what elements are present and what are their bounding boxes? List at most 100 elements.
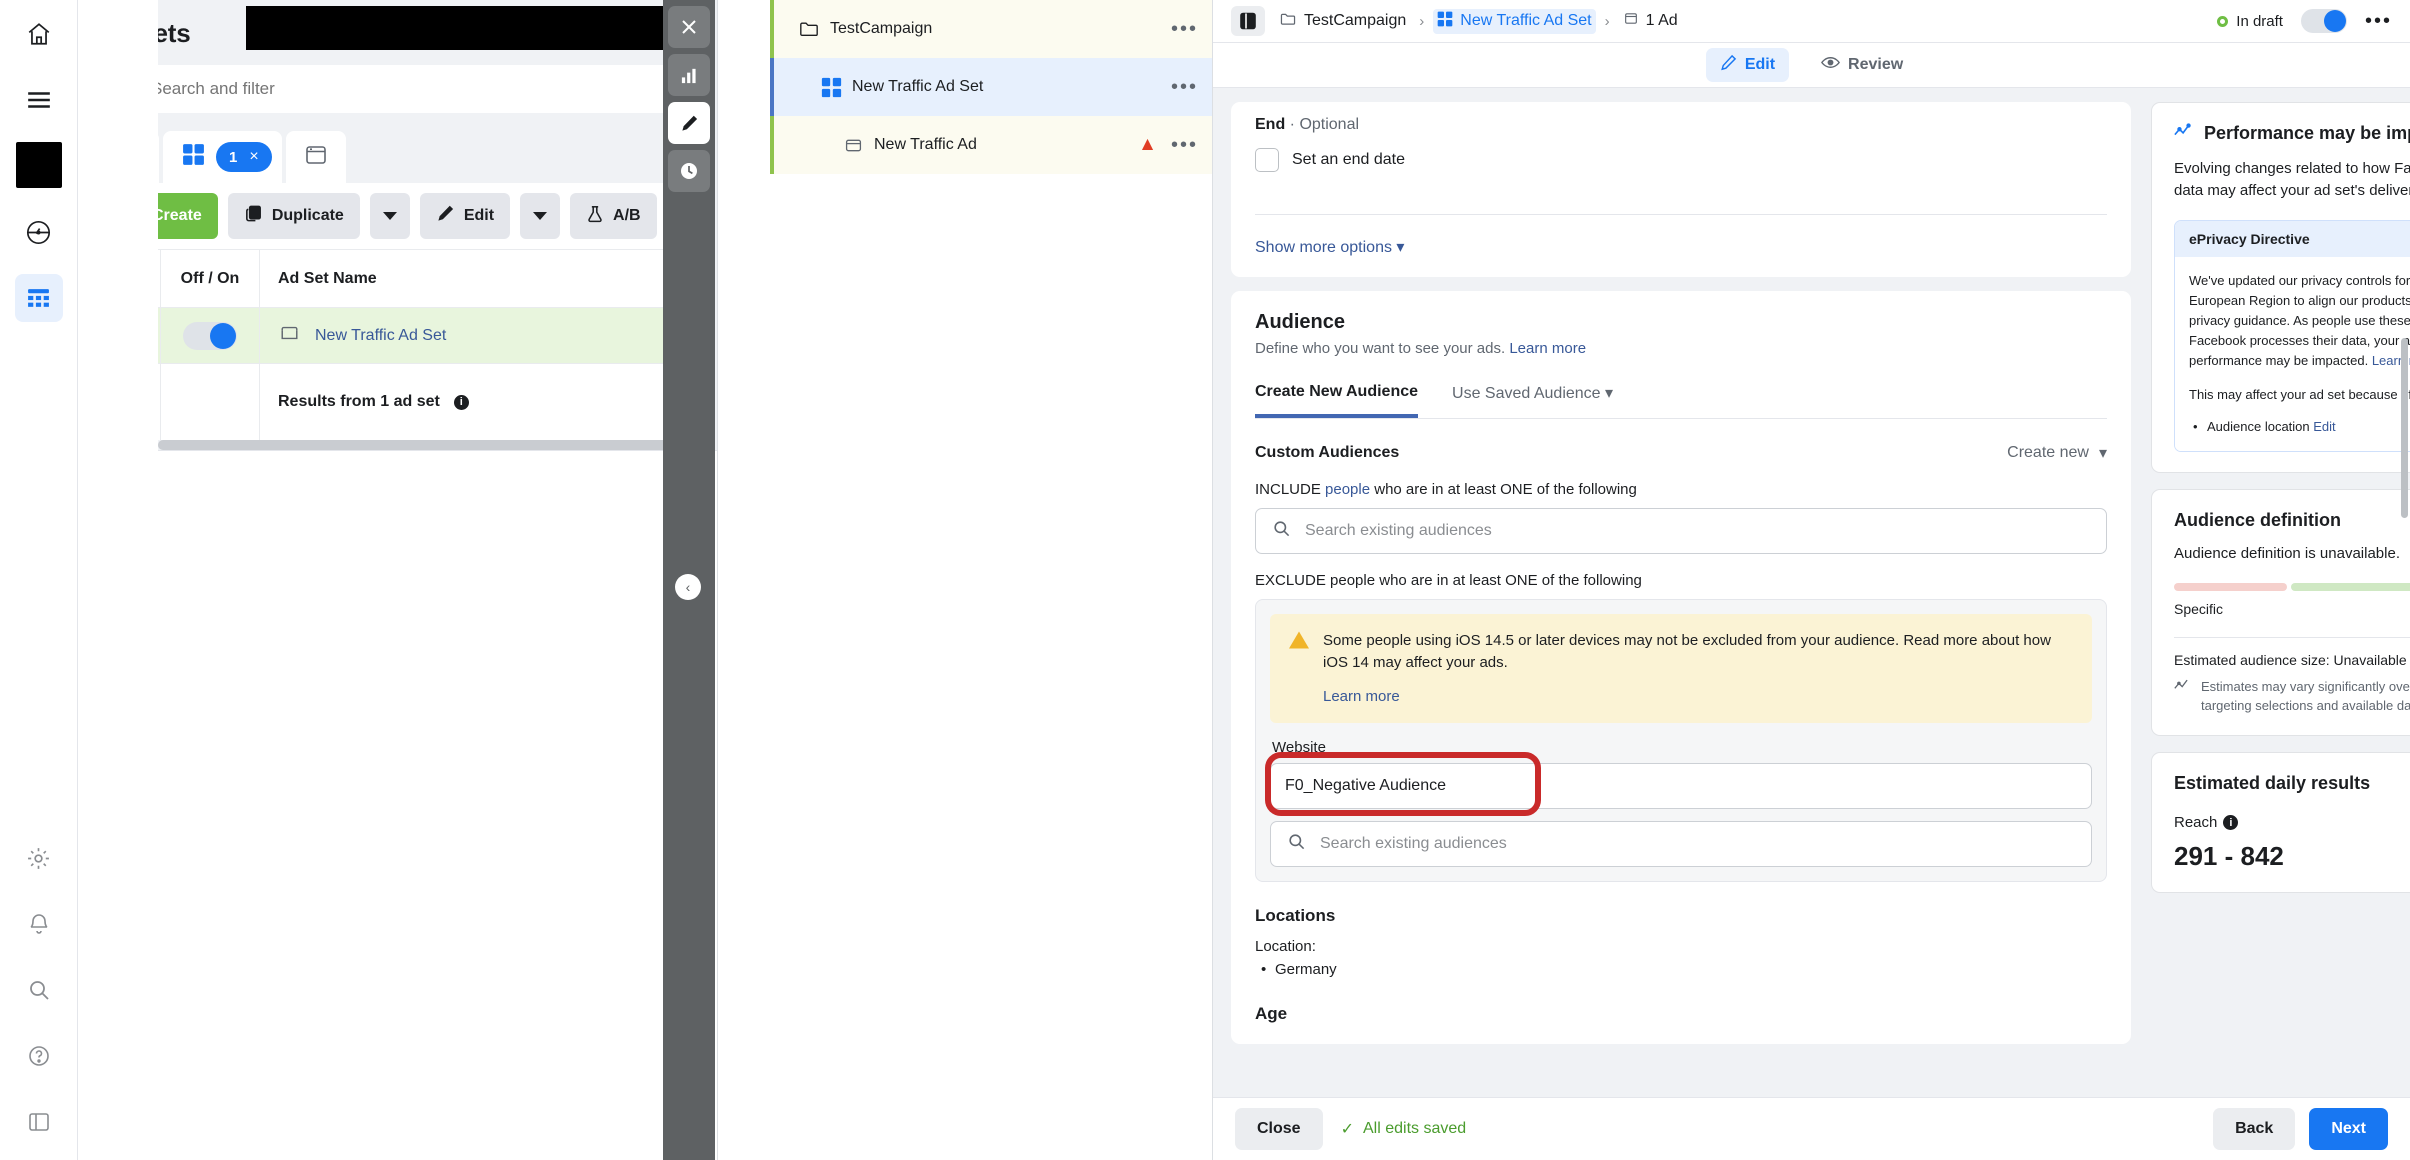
warning-icon[interactable]: ▲	[1138, 134, 1157, 156]
tree-item-campaign[interactable]: TestCampaign •••	[770, 0, 1212, 58]
menu-icon[interactable]	[15, 76, 63, 124]
tree-menu-button[interactable]: •••	[1171, 19, 1198, 39]
tree-menu-button[interactable]: •••	[1171, 77, 1198, 97]
tab-create-new-audience[interactable]: Create New Audience	[1255, 383, 1419, 418]
duplicate-button[interactable]: Duplicate	[227, 193, 360, 239]
ab-test-button[interactable]: A/B	[570, 193, 657, 239]
save-status-label: All edits saved	[1362, 1120, 1467, 1137]
search-icon	[1287, 832, 1306, 856]
create-label: Create	[152, 207, 202, 224]
reach-label-row: Reach i	[2174, 814, 2410, 831]
gear-icon[interactable]	[15, 834, 63, 882]
tab-label: Edit	[1744, 56, 1776, 73]
breadcrumb-ads[interactable]: 1 Ad	[1619, 9, 1682, 33]
info-icon[interactable]: i	[2223, 815, 2239, 831]
create-new-dropdown[interactable]: Create new ▾	[2007, 443, 2107, 463]
table-row[interactable]: ✓ New Traffic Ad Set	[98, 308, 697, 364]
info-icon[interactable]: i	[453, 394, 469, 410]
help-icon[interactable]	[15, 1032, 63, 1080]
edit-button[interactable]: Edit	[419, 193, 511, 239]
eprivacy-accordion-header[interactable]: ePrivacy Directive	[2175, 220, 2410, 257]
duplicate-icon	[244, 204, 263, 228]
pencil-icon	[1720, 54, 1737, 76]
duplicate-dropdown[interactable]	[369, 193, 410, 239]
ios-warning-learn-more[interactable]: Learn more	[1323, 686, 2074, 708]
more-menu-button[interactable]: •••	[2365, 10, 2392, 33]
include-audience-search[interactable]: Search existing audiences	[1255, 508, 2107, 554]
home-icon[interactable]	[15, 10, 63, 58]
show-more-options-link[interactable]: Show more options ▾	[1255, 237, 2107, 257]
locations-title: Locations	[1255, 906, 1336, 926]
adsets-list-panel: Ad sets 1 ×	[78, 0, 718, 1160]
selected-audience-value: F0_Negative Audience	[1285, 777, 1446, 795]
flask-icon	[586, 205, 604, 228]
search-input[interactable]	[151, 79, 680, 99]
gauge-icon[interactable]	[15, 208, 63, 256]
include-people-link[interactable]: people	[1325, 481, 1370, 498]
adset-name-link[interactable]: New Traffic Ad Set	[315, 327, 446, 345]
app-root: Ad sets 1 ×	[0, 0, 2410, 1160]
custom-audiences-header: Custom Audiences Create new ▾	[1255, 443, 2107, 463]
breadcrumb-campaign[interactable]: TestCampaign	[1275, 9, 1410, 34]
selected-audience-field[interactable]: F0_Negative Audience	[1265, 752, 2092, 817]
trend-icon	[2174, 678, 2192, 716]
close-button[interactable]: Close	[1235, 1108, 1323, 1150]
edit-dropdown[interactable]	[520, 193, 561, 239]
next-button[interactable]: Next	[2309, 1108, 2388, 1150]
table-icon[interactable]	[14, 274, 63, 322]
tree-item-ad[interactable]: New Traffic Ad ▲ •••	[770, 116, 1212, 174]
bell-icon[interactable]	[15, 900, 63, 948]
exclude-audience-search[interactable]: Search existing audiences	[1270, 821, 2092, 868]
learn-more-link[interactable]: Learn more	[1509, 340, 1586, 357]
back-button[interactable]: Back	[2213, 1108, 2296, 1150]
tab-use-saved-audience[interactable]: Use Saved Audience ▾	[1452, 383, 1613, 418]
close-icon[interactable]	[668, 6, 710, 48]
adset-enable-toggle[interactable]	[2300, 9, 2347, 33]
tab-ads[interactable]	[285, 131, 346, 183]
eprivacy-accordion: ePrivacy Directive We've updated our pri…	[2174, 219, 2410, 453]
audience-location-edit-link[interactable]: Edit	[2313, 419, 2335, 434]
search-icon[interactable]	[15, 966, 63, 1014]
pencil-icon[interactable]	[668, 102, 710, 144]
meter-segment-specific	[2174, 583, 2287, 592]
editor-scrollbar[interactable]	[2401, 338, 2408, 518]
onoff-toggle[interactable]	[183, 321, 237, 350]
table-empty-area	[158, 450, 717, 1160]
editor-info-column: Performance may be impacted Evolving cha…	[2151, 102, 2410, 1097]
ad-icon	[304, 143, 328, 172]
tab-review[interactable]: Review	[1807, 49, 1917, 81]
footer-results-cell: Results from 1 ad set i	[260, 393, 697, 411]
chart-icon[interactable]	[668, 54, 710, 96]
tree-menu-button[interactable]: •••	[1171, 135, 1198, 155]
adsets-count: 1	[229, 148, 238, 166]
chevron-down-icon: ▾	[1396, 239, 1405, 256]
collapse-panel-button[interactable]: ‹	[675, 574, 701, 600]
folder-icon	[788, 19, 830, 39]
clock-icon[interactable]	[668, 150, 710, 192]
tab-edit[interactable]: Edit	[1705, 48, 1790, 82]
toggle-side-panel-button[interactable]	[1231, 6, 1265, 36]
checkbox-unchecked-icon[interactable]	[1255, 148, 1279, 172]
tree-item-adset[interactable]: New Traffic Ad Set •••	[770, 58, 1212, 116]
horizontal-scrollbar[interactable]	[158, 440, 697, 450]
eprivacy-bullet: Audience location Edit	[2189, 417, 2410, 437]
editor-footer: Close ✓ All edits saved Back Next	[1213, 1097, 2410, 1160]
ios-warning-banner: Some people using iOS 14.5 or later devi…	[1270, 614, 2092, 724]
close-icon[interactable]: ×	[249, 148, 258, 166]
daily-results-title: Estimated daily results	[2174, 773, 2371, 794]
duplicate-label: Duplicate	[271, 207, 344, 224]
custom-audiences-label: Custom Audiences	[1255, 444, 1400, 461]
status-dot-icon	[2217, 15, 2229, 27]
tree-label: New Traffic Ad	[874, 136, 977, 153]
tab-adsets[interactable]: 1 ×	[163, 131, 282, 183]
column-header-name: Ad Set Name	[260, 270, 697, 288]
set-end-date-row[interactable]: Set an end date	[1255, 148, 2107, 172]
search-and-filter-bar[interactable]	[98, 65, 697, 113]
ad-icon	[832, 136, 874, 155]
performance-card-header: Performance may be impacted	[2174, 123, 2410, 144]
adsets-filter-pill[interactable]: 1 ×	[216, 142, 272, 172]
collapse-icon[interactable]	[15, 1098, 63, 1146]
breadcrumb-adset[interactable]: New Traffic Ad Set	[1433, 8, 1596, 34]
row-toggle-cell[interactable]	[160, 308, 260, 363]
row-name-cell: New Traffic Ad Set	[260, 323, 697, 348]
